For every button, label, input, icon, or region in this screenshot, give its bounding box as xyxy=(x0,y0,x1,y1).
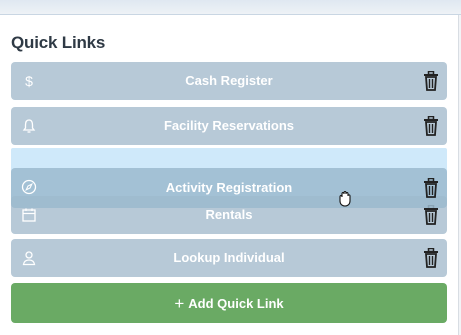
quick-link-lookup-individual[interactable]: Lookup Individual xyxy=(11,239,447,277)
quick-link-label: Activity Registration xyxy=(165,180,293,195)
quick-link-label: Facility Reservations xyxy=(163,118,295,133)
add-quick-link-button[interactable]: + Add Quick Link xyxy=(11,283,447,323)
add-quick-link-label: Add Quick Link xyxy=(188,296,284,311)
quick-link-cash-register[interactable]: $ Cash Register xyxy=(11,62,447,100)
dragged-quick-link-activity-registration[interactable]: Activity Registration xyxy=(11,168,447,208)
panel-title: Quick Links xyxy=(11,33,106,52)
trash-icon[interactable] xyxy=(423,116,439,136)
trash-icon[interactable] xyxy=(423,71,439,91)
top-edge-strip xyxy=(0,0,461,15)
trash-icon[interactable] xyxy=(423,205,439,225)
grab-cursor-icon xyxy=(339,190,351,207)
quick-link-label: Lookup Individual xyxy=(173,250,285,265)
quick-link-label: Cash Register xyxy=(185,73,273,88)
trash-icon[interactable] xyxy=(423,248,439,268)
plus-icon: + xyxy=(174,294,185,313)
trash-icon[interactable] xyxy=(423,178,439,198)
quick-link-facility-reservations[interactable]: Facility Reservations xyxy=(11,107,447,145)
